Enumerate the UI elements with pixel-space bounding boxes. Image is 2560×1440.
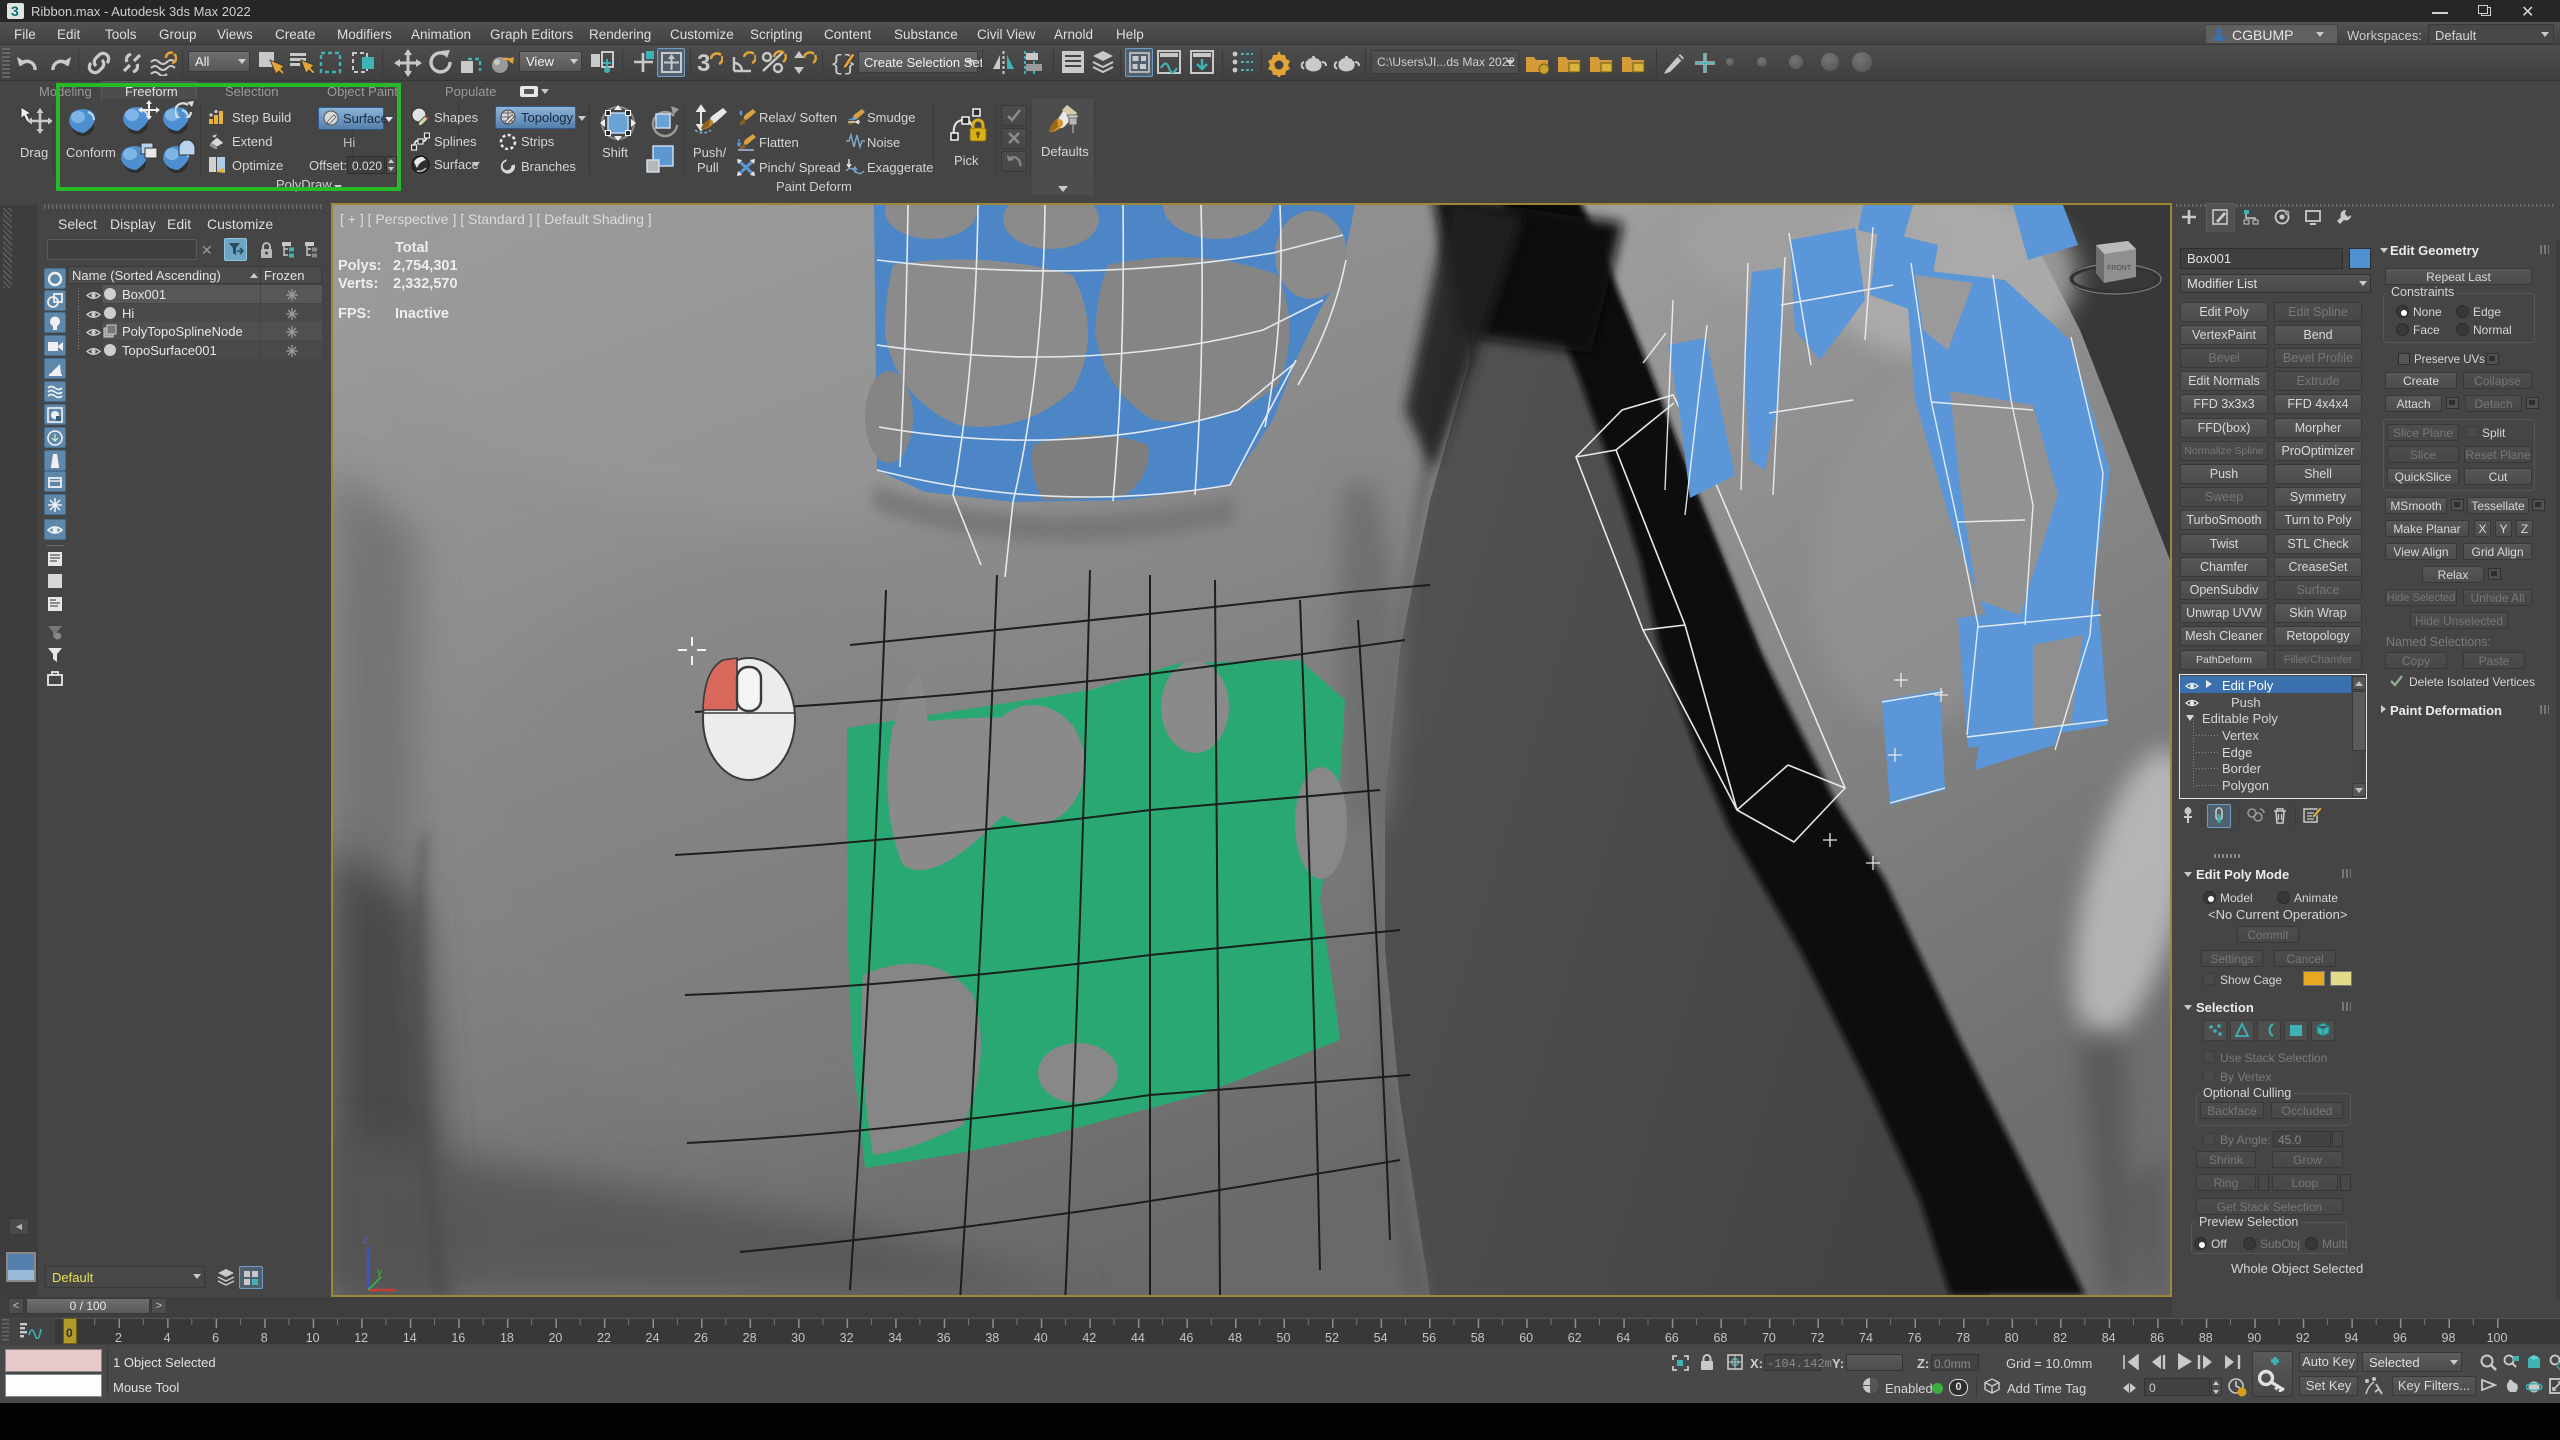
svg-text:FRONT: FRONT bbox=[2107, 265, 2132, 272]
svg-text:y: y bbox=[377, 1267, 382, 1278]
svg-text:42: 42 bbox=[1082, 1331, 1096, 1345]
svg-text:98: 98 bbox=[2442, 1331, 2456, 1345]
svg-text:60: 60 bbox=[1519, 1331, 1533, 1345]
svg-text:4: 4 bbox=[164, 1331, 171, 1345]
svg-text:84: 84 bbox=[2102, 1331, 2116, 1345]
svg-text:20: 20 bbox=[548, 1331, 562, 1345]
svg-text:76: 76 bbox=[1908, 1331, 1922, 1345]
svg-text:72: 72 bbox=[1810, 1331, 1824, 1345]
svg-text:Polys:: Polys: bbox=[338, 258, 382, 274]
svg-text:74: 74 bbox=[1859, 1331, 1873, 1345]
svg-text:28: 28 bbox=[743, 1331, 757, 1345]
svg-text:12: 12 bbox=[354, 1331, 368, 1345]
svg-text:3: 3 bbox=[697, 50, 710, 76]
svg-text:14: 14 bbox=[403, 1331, 417, 1345]
svg-text:80: 80 bbox=[2005, 1331, 2019, 1345]
svg-text:6: 6 bbox=[212, 1331, 219, 1345]
svg-text:70: 70 bbox=[1762, 1331, 1776, 1345]
svg-text:90: 90 bbox=[2247, 1331, 2261, 1345]
svg-text:8: 8 bbox=[261, 1331, 268, 1345]
svg-text:[ + ] [ Perspective ] [ Standa: [ + ] [ Perspective ] [ Standard ] [ Def… bbox=[340, 211, 652, 227]
svg-text:34: 34 bbox=[888, 1331, 902, 1345]
svg-text:2,754,301: 2,754,301 bbox=[393, 258, 458, 274]
svg-text:10: 10 bbox=[306, 1331, 320, 1345]
svg-text:78: 78 bbox=[1956, 1331, 1970, 1345]
svg-text:50: 50 bbox=[1277, 1331, 1291, 1345]
svg-text:26: 26 bbox=[694, 1331, 708, 1345]
svg-text:38: 38 bbox=[985, 1331, 999, 1345]
svg-text:48: 48 bbox=[1228, 1331, 1242, 1345]
svg-text:40: 40 bbox=[1034, 1331, 1048, 1345]
svg-text:Inactive: Inactive bbox=[395, 306, 449, 322]
svg-text:36: 36 bbox=[937, 1331, 951, 1345]
svg-text:22: 22 bbox=[597, 1331, 611, 1345]
svg-text:46: 46 bbox=[1179, 1331, 1193, 1345]
svg-text:54: 54 bbox=[1374, 1331, 1388, 1345]
svg-text:62: 62 bbox=[1568, 1331, 1582, 1345]
svg-text:92: 92 bbox=[2296, 1331, 2310, 1345]
svg-text:58: 58 bbox=[1471, 1331, 1485, 1345]
svg-text:88: 88 bbox=[2199, 1331, 2213, 1345]
svg-text:66: 66 bbox=[1665, 1331, 1679, 1345]
svg-text:32: 32 bbox=[840, 1331, 854, 1345]
svg-text:16: 16 bbox=[451, 1331, 465, 1345]
svg-text:56: 56 bbox=[1422, 1331, 1436, 1345]
svg-text:2: 2 bbox=[115, 1331, 122, 1345]
svg-text:44: 44 bbox=[1131, 1331, 1145, 1345]
svg-text:100: 100 bbox=[2487, 1331, 2508, 1345]
svg-text:Verts:: Verts: bbox=[338, 276, 378, 292]
svg-text:82: 82 bbox=[2053, 1331, 2067, 1345]
svg-text:30: 30 bbox=[791, 1331, 805, 1345]
svg-text:94: 94 bbox=[2344, 1331, 2358, 1345]
svg-text:Total: Total bbox=[395, 240, 429, 256]
svg-text:86: 86 bbox=[2150, 1331, 2164, 1345]
svg-text:FPS:: FPS: bbox=[338, 306, 371, 322]
svg-text:64: 64 bbox=[1616, 1331, 1630, 1345]
svg-text:18: 18 bbox=[500, 1331, 514, 1345]
svg-text:24: 24 bbox=[646, 1331, 660, 1345]
svg-text:68: 68 bbox=[1713, 1331, 1727, 1345]
svg-text:52: 52 bbox=[1325, 1331, 1339, 1345]
svg-text:z: z bbox=[363, 1235, 368, 1246]
svg-text:2,332,570: 2,332,570 bbox=[393, 276, 458, 292]
svg-text:96: 96 bbox=[2393, 1331, 2407, 1345]
